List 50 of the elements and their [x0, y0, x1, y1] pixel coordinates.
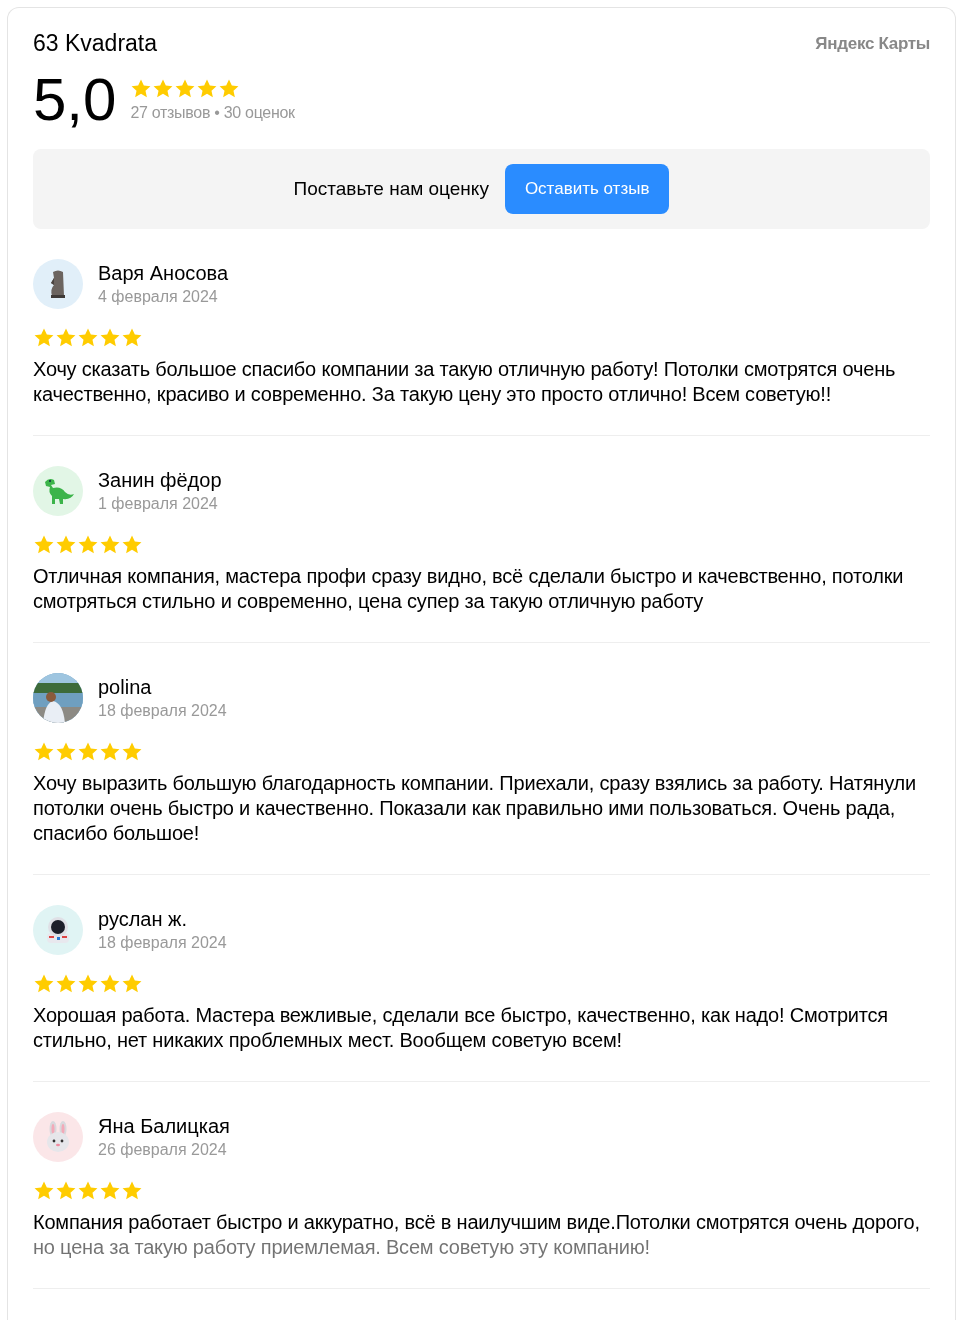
star-icon [77, 741, 99, 763]
rate-prompt: Поставьте нам оценку [293, 178, 489, 200]
reviewer-name[interactable]: руслан ж. [98, 908, 227, 931]
star-icon [99, 973, 121, 995]
star-icon [99, 327, 121, 349]
review-date: 4 февраля 2024 [98, 288, 219, 306]
reviewer-name[interactable]: Занин фёдор [98, 469, 222, 492]
star-icon [77, 1180, 99, 1202]
star-icon [196, 78, 219, 100]
review-text: Хорошая работа. Мастера вежливые, сделали все быстро, качественно, как надо! Смотрится стильно, нет никаких проблемных мест. Вообщем советую всем! [33, 1003, 889, 1053]
review-text: Компания работает быстро и аккуратно, всё в наилучшим виде.Потолки смотрятся очень дорого, но цена за такую работу приемлемая. Всем советую эту компанию! [33, 1210, 921, 1260]
star-icon [174, 78, 197, 100]
review-date: 18 февраля 2024 [98, 934, 227, 952]
star-icon [152, 78, 175, 100]
review-date: 26 февраля 2024 [98, 1141, 228, 1159]
star-icon [218, 78, 241, 100]
star-icon [99, 1180, 121, 1202]
reviewer-name[interactable]: Яна Балицкая [98, 1115, 230, 1138]
review-text: Хочу сказать большое спасибо компании за такую отличную работу! Потолки смотрятся очень качественно, красиво и современно. За такую цену это просто отлично! Всем советую!! [33, 357, 897, 407]
review-text: Отличная компания, мастера профи сразу видно, всё сделали быстро и качевственно, потолки смотряться стильно и современно, цена супер за такую отличную работу [33, 564, 905, 614]
star-icon [121, 973, 143, 995]
star-icon [130, 78, 153, 100]
star-icon [33, 1180, 55, 1202]
star-icon [99, 741, 121, 763]
review-text: Хочу выразить большую благодарность компании. Приехали, сразу взялись за работу. Натянули потолки очень быстро и качественно. Показали как правильно ими пользоваться. Очень рада, спасибо большое! [33, 771, 917, 846]
review-date: 1 февраля 2024 [98, 495, 219, 513]
review-count: 27 отзывов • 30 оценок [130, 104, 295, 122]
star-icon [121, 534, 143, 556]
star-icon [121, 1180, 143, 1202]
star-icon [55, 534, 77, 556]
brand-link[interactable]: Яндекс Карты [815, 33, 930, 54]
star-icon [121, 327, 143, 349]
star-icon [33, 741, 55, 763]
review-date: 18 февраля 2024 [98, 702, 227, 720]
star-icon [77, 534, 99, 556]
star-icon [55, 1180, 77, 1202]
star-icon [55, 327, 77, 349]
star-icon [77, 327, 99, 349]
rating-value: 5,0 [33, 65, 117, 135]
star-icon [33, 534, 55, 556]
company-title: 63 Kvadrata [33, 30, 158, 57]
star-icon [77, 973, 99, 995]
reviewer-name[interactable]: polina [98, 676, 227, 699]
star-icon [33, 973, 55, 995]
star-icon [121, 741, 143, 763]
star-icon [55, 973, 77, 995]
reviewer-name[interactable]: Варя Аносова [98, 262, 229, 285]
star-icon [33, 327, 55, 349]
star-icon [55, 741, 77, 763]
star-icon [99, 534, 121, 556]
